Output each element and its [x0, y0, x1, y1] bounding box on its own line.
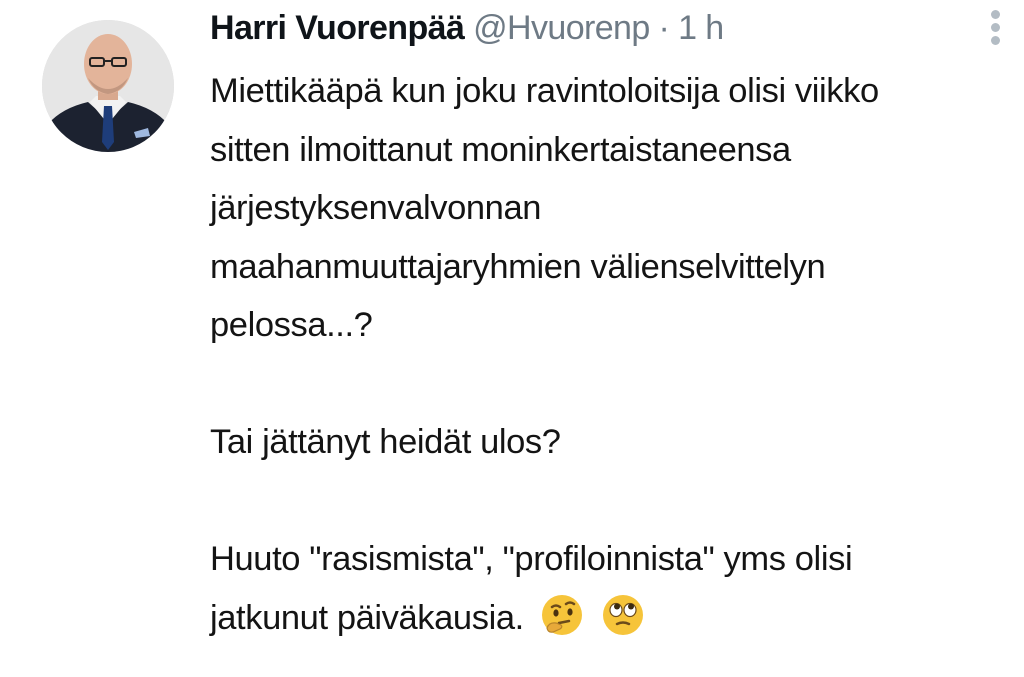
tweet[interactable]: Harri Vuorenpää @Hvuorenp · 1 h Miettikä… — [0, 0, 1024, 677]
tweet-header: Harri Vuorenpää @Hvuorenp · 1 h — [210, 8, 724, 48]
paragraph: Huuto "rasismista", "profiloinnista" yms… — [210, 530, 1010, 647]
tweet-text: Miettikääpä kun joku ravintoloitsija oli… — [210, 62, 1010, 647]
tweet-timestamp[interactable]: 1 h — [678, 9, 724, 47]
text-line: järjestyksenvalvonnan — [210, 189, 542, 227]
text-line: jatkunut päiväkausia. — [210, 598, 524, 637]
text-line: sitten ilmoittanut moninkertaistaneensa — [210, 130, 791, 169]
text-line: Huuto "rasismista", "profiloinnista" yms… — [210, 540, 853, 578]
paragraph: Tai jättänyt heidät ulos? — [210, 413, 1010, 472]
paragraph: Miettikääpä kun joku ravintoloitsija oli… — [210, 62, 1010, 355]
thinking-face-emoji — [539, 592, 585, 638]
separator-dot: · — [658, 9, 670, 47]
avatar-photo — [42, 20, 174, 152]
more-vertical-icon[interactable] — [986, 10, 1006, 46]
text-line: maahanmuuttajaryhmien välienselvittelyn — [210, 247, 826, 286]
face-with-rolling-eyes-emoji — [600, 592, 646, 638]
author-name[interactable]: Harri Vuorenpää — [210, 9, 465, 47]
text-line: pelossa...? — [210, 306, 373, 344]
text-line: Miettikääpä kun joku ravintoloitsija oli… — [210, 72, 879, 110]
author-handle[interactable]: @Hvuorenp — [473, 9, 650, 47]
text-line: Tai jättänyt heidät ulos? — [210, 423, 561, 461]
avatar[interactable] — [42, 20, 174, 152]
